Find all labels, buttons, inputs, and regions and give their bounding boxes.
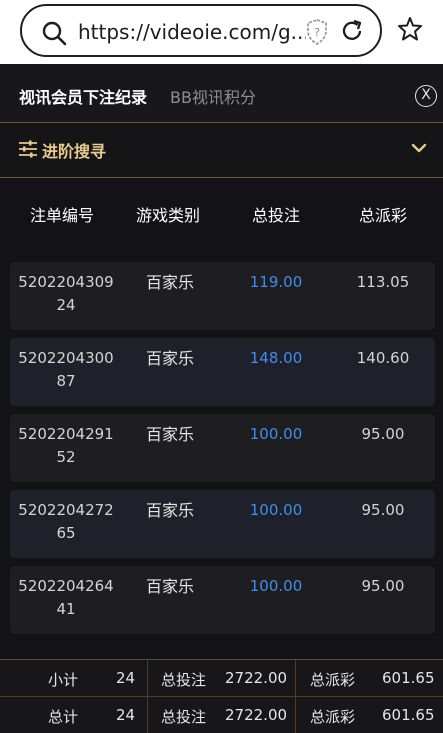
game-type-cell: 百家乐: [145, 273, 194, 292]
game-type-cell: 百家乐: [145, 349, 194, 368]
table-row[interactable]: 520220430924 百家乐 119.00 113.05: [10, 262, 435, 330]
table-row[interactable]: 520220429152 百家乐 100.00 95.00: [10, 414, 435, 482]
url-text[interactable]: https://videoie.com/g...: [78, 20, 306, 44]
total-payout-value: 601.65: [382, 706, 435, 724]
app-header: 视讯会员下注纪录 BB视讯积分: [0, 64, 443, 123]
total-count: 24: [116, 706, 136, 724]
total-bet-value: 2722.00: [225, 706, 288, 724]
bet-id-cell: 520220430924: [18, 273, 114, 314]
subtotal-payout-value: 601.65: [382, 669, 435, 687]
address-bar[interactable]: https://videoie.com/g... ?: [20, 4, 382, 57]
total-payout-cell: 95.00: [361, 425, 405, 443]
tab-member-bet-records[interactable]: 视讯会员下注纪录: [19, 84, 147, 108]
svg-text:?: ?: [314, 26, 320, 39]
subtotal-payout-label: 总派彩: [310, 671, 356, 689]
total-payout-cell: 95.00: [361, 501, 405, 519]
search-icon: [42, 21, 67, 46]
total-bet-cell[interactable]: 100.00: [226, 575, 326, 598]
total-bet-cell[interactable]: 148.00: [226, 347, 326, 370]
tab-bb-points[interactable]: BB视讯积分: [170, 84, 256, 108]
subtotal-bet-value: 2722.00: [225, 669, 288, 687]
advanced-search-label: 进阶搜寻: [42, 142, 107, 161]
reload-icon[interactable]: [339, 18, 365, 44]
game-type-cell: 百家乐: [145, 425, 194, 444]
total-payout-cell: 140.60: [356, 349, 410, 367]
advanced-search-toggle[interactable]: 进阶搜寻: [0, 124, 443, 178]
total-payout-cell: 113.05: [356, 273, 410, 291]
total-bet-cell[interactable]: 119.00: [226, 271, 326, 294]
total-payout-cell: 95.00: [361, 577, 405, 595]
game-type-cell: 百家乐: [145, 501, 194, 520]
filter-sliders-icon: [19, 140, 37, 158]
subtotal-bet-label: 总投注: [161, 671, 207, 689]
total-bet-label: 总投注: [161, 708, 207, 726]
game-type-cell: 百家乐: [145, 577, 194, 596]
bet-id-cell: 520220429152: [18, 425, 114, 466]
close-button[interactable]: X: [415, 85, 437, 107]
chevron-down-icon: [411, 143, 427, 153]
table-row[interactable]: 520220426441 百家乐 100.00 95.00: [10, 566, 435, 634]
column-header-game-type: 游戏类别: [135, 206, 200, 225]
shield-warning-icon[interactable]: ?: [305, 18, 329, 46]
total-bet-cell[interactable]: 100.00: [226, 423, 326, 446]
total-row: 总计 24 总投注 2722.00 总派彩 601.65: [0, 697, 443, 733]
column-header-bet-id: 注单编号: [29, 206, 94, 225]
bet-id-cell: 520220426441: [18, 577, 114, 618]
subtotal-row: 小计 24 总投注 2722.00 总派彩 601.65: [0, 660, 443, 697]
table-row[interactable]: 520220430087 百家乐 148.00 140.60: [10, 338, 435, 406]
bet-id-cell: 520220430087: [18, 349, 114, 390]
subtotal-label: 小计: [48, 671, 79, 689]
total-payout-label: 总派彩: [310, 708, 356, 726]
total-bet-cell[interactable]: 100.00: [226, 499, 326, 522]
column-header-total-payout: 总派彩: [358, 206, 407, 225]
total-label: 总计: [48, 708, 79, 726]
summary-table: 小计 24 总投注 2722.00 总派彩 601.65 总计 24 总投注 2…: [0, 659, 443, 733]
subtotal-count: 24: [116, 669, 136, 687]
table-row[interactable]: 520220427265 百家乐 100.00 95.00: [10, 490, 435, 558]
column-header-total-bet: 总投注: [251, 206, 300, 225]
bet-id-cell: 520220427265: [18, 501, 114, 542]
bookmark-star-icon[interactable]: [397, 16, 423, 42]
browser-toolbar: https://videoie.com/g... ?: [0, 0, 443, 64]
